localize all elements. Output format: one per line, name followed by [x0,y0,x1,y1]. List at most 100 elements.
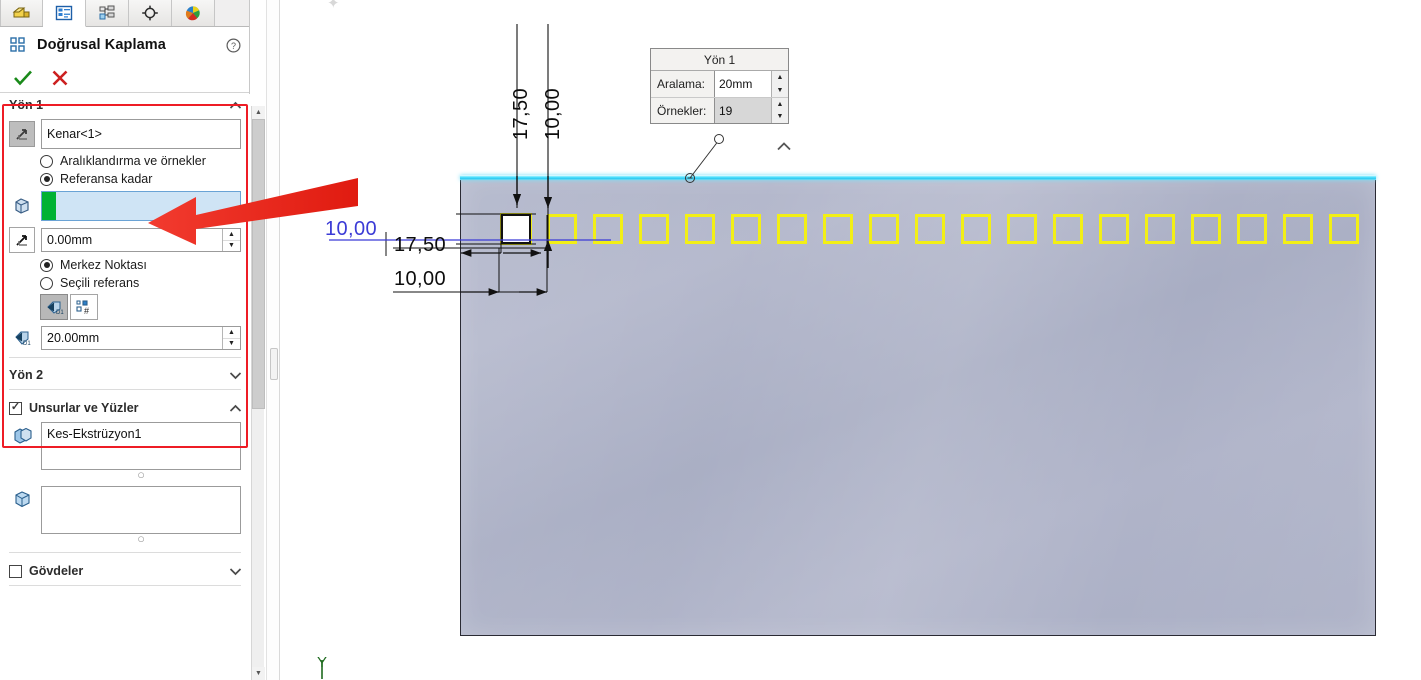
pattern-square[interactable] [593,214,623,244]
stepper-down-icon[interactable]: ▼ [772,111,788,124]
resize-grip[interactable]: ○ [41,468,241,482]
configuration-manager-tab[interactable] [86,0,129,26]
bodies-checkbox[interactable] [9,564,22,578]
display-manager-tab[interactable] [129,0,172,26]
flyout-spacing-input[interactable]: 20mm [714,71,771,97]
pattern-square[interactable] [547,214,577,244]
group-direction-2[interactable]: Yön 2 [0,364,250,386]
edge-selection-field[interactable]: Kenar<1> [41,119,241,149]
check-icon: ✓ [10,401,21,413]
scroll-down-icon[interactable]: ▼ [252,667,265,680]
property-manager-tab[interactable] [43,0,86,27]
panel-content: Yön 1 Kenar<1> Aralıklandırma ve örnekle… [0,94,250,680]
chevron-up-icon[interactable] [229,101,242,110]
part-plate[interactable] [460,176,1376,636]
group-bodies[interactable]: Gövdeler [0,560,250,582]
faces-listbox[interactable] [41,486,241,534]
group-features-and-faces-label: Unsurlar ve Yüzler [29,401,139,415]
panel-splitter[interactable] [266,0,280,680]
group-features-and-faces[interactable]: ✓ Unsurlar ve Yüzler [0,397,250,419]
flyout-spacing-stepper[interactable]: ▲ ▼ [771,71,788,97]
pattern-square[interactable] [869,214,899,244]
radio-centroid[interactable]: Merkez Noktası [0,256,250,274]
pattern-square[interactable] [639,214,669,244]
cancel-button[interactable] [51,69,69,87]
stepper-down-icon[interactable]: ▼ [223,241,240,252]
radio-up-to-reference[interactable]: Referansa kadar [0,170,250,188]
features-listbox[interactable]: Kes-Ekstrüzyon1 [41,422,241,470]
pattern-square[interactable] [777,214,807,244]
panel-scrollbar[interactable]: ▲ ▼ [251,106,265,680]
pattern-flyout-dialog[interactable]: Yön 1 Aralama: 20mm ▲ ▼ Örnekler: 19 ▲ ▼ [650,48,789,124]
spacing-field[interactable]: 20.00mm ▲ ▼ [41,326,241,350]
radio-spacing-instances[interactable]: Aralıklandırma ve örnekler [0,152,250,170]
dimension-vertical-1[interactable]: 17,50 [510,88,533,140]
spacing-stepper[interactable]: ▲ ▼ [222,327,240,349]
dimension-horizontal-1[interactable]: 17,50 [394,234,446,257]
direction-arrow-icon[interactable] [9,121,35,147]
stepper-down-icon[interactable]: ▼ [223,339,240,350]
pattern-square[interactable] [731,214,761,244]
features-and-faces-checkbox[interactable]: ✓ [9,401,22,415]
pattern-square[interactable] [1283,214,1313,244]
dimension-vertical-2[interactable]: 10,00 [542,88,565,140]
pattern-square[interactable] [1099,214,1129,244]
splitter-grip[interactable] [270,348,278,380]
spacing-value: 20.00mm [47,331,100,345]
pattern-square[interactable] [915,214,945,244]
radio-up-to-reference-button[interactable] [40,172,53,186]
color-wheel-icon [184,5,202,21]
offset-distance-icon[interactable] [9,227,35,253]
instance-count-icon[interactable]: # [70,294,98,320]
pattern-square[interactable] [1329,214,1359,244]
offset-distance-field[interactable]: 0.00mm ▲ ▼ [41,228,241,252]
radio-selected-reference-button[interactable] [40,276,53,290]
pattern-square[interactable] [1237,214,1267,244]
stepper-up-icon[interactable]: ▲ [223,327,240,339]
pattern-square[interactable] [1191,214,1221,244]
scrollbar-thumb[interactable] [252,119,265,409]
pattern-square[interactable] [1007,214,1037,244]
divider [9,389,241,390]
reference-selection-field[interactable] [41,191,241,221]
graphics-viewport[interactable]: ✦ 17,50 10,00 17,50 10,00 10,00 Yön 1 Ar… [281,0,1421,680]
scroll-up-icon[interactable]: ▲ [252,106,265,119]
stepper-up-icon[interactable]: ▲ [223,229,240,241]
flyout-instances-value: 19 [719,103,733,118]
pattern-square[interactable] [961,214,991,244]
group-direction-2-label: Yön 2 [9,368,44,382]
radio-spacing-instances-button[interactable] [40,154,53,168]
flyout-collapse-icon[interactable] [776,141,792,152]
flyout-instances-stepper[interactable]: ▲ ▼ [771,98,788,123]
selected-edge-highlight[interactable] [460,175,1376,180]
feature-manager-tab[interactable] [0,0,43,26]
pattern-square[interactable] [1053,214,1083,244]
chevron-up-icon[interactable] [229,404,242,413]
dimension-horizontal-2[interactable]: 10,00 [394,268,446,291]
offset-distance-stepper[interactable]: ▲ ▼ [222,229,240,251]
chevron-down-icon[interactable] [229,567,242,576]
stepper-up-icon[interactable]: ▲ [772,98,788,111]
pattern-seed-square[interactable] [501,214,531,244]
chevron-down-icon[interactable] [229,371,242,380]
ok-button[interactable] [13,69,33,87]
reference-geometry-icon[interactable] [9,193,35,219]
offset-d1-icon[interactable]: D1 [40,294,68,320]
appearances-tab[interactable] [172,0,215,26]
flyout-instances-input[interactable]: 19 [714,98,771,123]
resize-grip[interactable]: ○ [41,532,241,546]
stepper-down-icon[interactable]: ▼ [772,84,788,97]
help-icon[interactable]: ? [226,37,241,53]
flyout-spacing-row: Aralama: 20mm ▲ ▼ [651,71,788,97]
pattern-square[interactable] [1145,214,1175,244]
dimension-blue-callout[interactable]: 10,00 [325,218,377,241]
radio-selected-reference-label: Seçili referans [60,276,140,290]
radio-centroid-label: Merkez Noktası [60,258,147,272]
plate-sheen [461,177,1375,635]
stepper-up-icon[interactable]: ▲ [772,71,788,84]
radio-centroid-button[interactable] [40,258,53,272]
pattern-square[interactable] [823,214,853,244]
radio-selected-reference[interactable]: Seçili referans [0,274,250,292]
group-direction-1[interactable]: Yön 1 [0,94,250,116]
pattern-square[interactable] [685,214,715,244]
